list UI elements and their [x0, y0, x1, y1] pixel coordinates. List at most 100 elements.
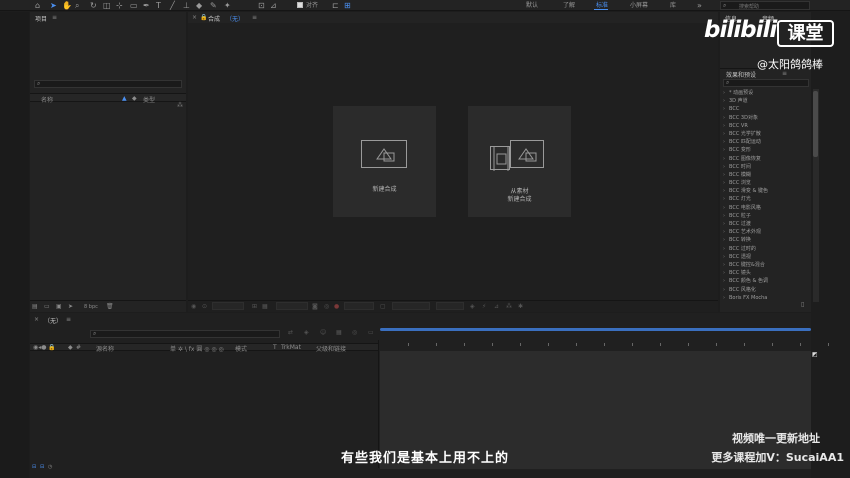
new-bin-icon[interactable]: ▯	[801, 301, 804, 308]
effect-category-item[interactable]: › * 动画预设	[723, 89, 811, 97]
effect-category-item[interactable]: › BCC 光学扩散	[723, 130, 811, 138]
new-comp-from-footage-card[interactable]: 从素材 新建合成	[468, 106, 571, 217]
mode-column-header[interactable]: 模式	[235, 344, 247, 353]
resolution-dropdown[interactable]	[344, 302, 374, 310]
parent-link-column-header[interactable]: 父级和链接	[316, 344, 346, 353]
exposure-icon[interactable]: ✱	[518, 303, 523, 310]
timeline-search-input[interactable]: ⌕	[90, 330, 280, 338]
region-of-interest-icon[interactable]: ▢	[380, 303, 386, 310]
effect-category-item[interactable]: › BCC 灯光	[723, 195, 811, 203]
graph-editor-icon[interactable]: ▭	[368, 329, 374, 336]
label-column-icon[interactable]: ◆	[132, 95, 137, 102]
effect-category-item[interactable]: › BCC 时间	[723, 163, 811, 171]
home-icon[interactable]: ⌂	[35, 1, 40, 10]
more-workspaces-icon[interactable]: »	[697, 1, 702, 10]
effect-category-item[interactable]: › BCC 匹配运动	[723, 138, 811, 146]
puppet-tool-icon[interactable]: ✦	[224, 1, 231, 10]
trash-icon[interactable]: 🗑	[106, 303, 114, 310]
grid-icon[interactable]: ⊞	[252, 303, 257, 310]
timeline-tab[interactable]: （无）	[44, 316, 62, 325]
effects-search-input[interactable]: ⌕	[723, 79, 809, 87]
always-preview-icon[interactable]: ◉	[191, 303, 196, 310]
effect-category-item[interactable]: › BCC 电影风格	[723, 204, 811, 212]
effects-presets-title[interactable]: 效果和预设	[726, 70, 756, 79]
workspace-default[interactable]: 默认	[526, 1, 538, 10]
project-panel-title[interactable]: 项目	[35, 14, 47, 23]
snap-checkbox[interactable]	[297, 2, 303, 8]
timeline-zoom-bar[interactable]	[30, 470, 811, 478]
t-column-header[interactable]: T	[273, 344, 277, 351]
project-panel-menu-icon[interactable]: ≡	[52, 14, 57, 21]
camera-tool-icon[interactable]: ◫	[103, 1, 111, 10]
comp-flowchart-icon[interactable]: ⇄	[288, 329, 293, 336]
project-settings-icon[interactable]: ➤	[68, 303, 73, 310]
interpret-footage-icon[interactable]: ▤	[32, 303, 38, 310]
timecode-display[interactable]	[276, 302, 308, 310]
flowchart-icon[interactable]: ⁂	[177, 102, 183, 109]
views-layout-dropdown[interactable]	[436, 302, 464, 310]
channel-icon[interactable]: ●	[334, 303, 339, 310]
name-column-header[interactable]: 名称	[41, 95, 53, 104]
effect-category-item[interactable]: › BCC 滑变 & 键色	[723, 187, 811, 195]
label-icon[interactable]: ◆	[68, 344, 73, 351]
workspace-small-screen[interactable]: 小屏幕	[630, 1, 648, 10]
sort-icon[interactable]: ▲	[122, 95, 127, 102]
snapshot-icon[interactable]: ◙	[312, 303, 318, 310]
effect-category-item[interactable]: › BCC 过时的	[723, 245, 811, 253]
comp-button-icon[interactable]: ◩	[812, 351, 818, 358]
pan-behind-tool-icon[interactable]: ⊹	[116, 1, 123, 10]
close-tab-icon[interactable]: ×	[192, 14, 197, 21]
effect-category-item[interactable]: › BCC 转换	[723, 236, 811, 244]
motion-blur-icon[interactable]: ◎	[352, 329, 357, 336]
composition-panel-title[interactable]: 合成	[208, 14, 220, 23]
effect-category-item[interactable]: › BCC 变形	[723, 146, 811, 154]
magnification-dropdown[interactable]	[212, 302, 244, 310]
shy-layers-icon[interactable]: ☺	[320, 329, 326, 336]
effect-category-item[interactable]: › Boris FX Mocha	[723, 294, 811, 302]
effects-scroll-thumb[interactable]	[813, 91, 818, 157]
type-column-header[interactable]: 类型	[143, 95, 155, 104]
effect-category-item[interactable]: › BCC 粒子	[723, 212, 811, 220]
timeline-panel-menu-icon[interactable]: ≡	[66, 316, 71, 323]
switches-column-header[interactable]: 单 ✲ \ fx 圓 ◎ ◎ ◎	[170, 344, 224, 353]
world-axis-icon[interactable]: ⊿	[270, 1, 277, 10]
zoom-tool-icon[interactable]: ⌕	[75, 1, 79, 10]
effect-category-item[interactable]: › BCC VR	[723, 122, 811, 130]
bit-depth-button[interactable]: 8 bpc	[84, 304, 98, 310]
snap-option-icon[interactable]: ⊏	[332, 1, 339, 10]
composition-panel-menu-icon[interactable]: ≡	[252, 14, 257, 21]
close-tab-icon[interactable]: ×	[34, 316, 39, 323]
effect-category-item[interactable]: › BCC 风格化	[723, 286, 811, 294]
type-tool-icon[interactable]: T	[156, 1, 161, 10]
frame-blending-icon[interactable]: ▦	[336, 329, 342, 336]
snap-grid-icon[interactable]: ⊞	[344, 1, 351, 10]
new-composition-card[interactable]: 新建合成	[333, 106, 436, 217]
brush-tool-icon[interactable]: ╱	[170, 1, 175, 10]
effect-category-item[interactable]: › BCC 过渡	[723, 220, 811, 228]
effect-category-item[interactable]: › BCC 图像恢复	[723, 155, 811, 163]
effect-category-item[interactable]: › BCC 艺术外观	[723, 228, 811, 236]
mask-visibility-icon[interactable]: ⊙	[202, 303, 207, 310]
hand-tool-icon[interactable]: ✋	[62, 1, 72, 10]
timeline-link-icon[interactable]: ⊿	[494, 303, 499, 310]
camera-view-dropdown[interactable]	[392, 302, 430, 310]
new-composition-icon[interactable]: ▣	[56, 303, 62, 310]
source-name-column-header[interactable]: 源名称	[96, 344, 114, 353]
transparency-icon[interactable]: ▦	[262, 303, 268, 310]
lock-icon[interactable]: 🔒	[200, 14, 207, 21]
fast-preview-icon[interactable]: ⚡	[482, 303, 486, 310]
show-snapshot-icon[interactable]: ◎	[324, 303, 329, 310]
effect-category-item[interactable]: › BCC 键控&混合	[723, 261, 811, 269]
composition-name[interactable]: （无）	[226, 14, 244, 23]
effect-category-item[interactable]: › BCC 镜头	[723, 269, 811, 277]
effect-category-item[interactable]: › BCC	[723, 105, 811, 113]
search-help-field[interactable]: ⌕ 搜索帮助	[720, 1, 810, 10]
trkmat-column-header[interactable]: TrkMat	[281, 344, 301, 351]
workspace-learn[interactable]: 了解	[563, 1, 575, 10]
clone-stamp-tool-icon[interactable]: ⊥	[183, 1, 190, 10]
effect-category-item[interactable]: › BCC 模糊	[723, 171, 811, 179]
roto-brush-tool-icon[interactable]: ✎	[210, 1, 217, 10]
draft-3d-icon[interactable]: ◈	[304, 329, 309, 336]
av-features-icons[interactable]: ◉◂● 🔒	[33, 344, 56, 351]
rotate-tool-icon[interactable]: ↻	[90, 1, 97, 10]
